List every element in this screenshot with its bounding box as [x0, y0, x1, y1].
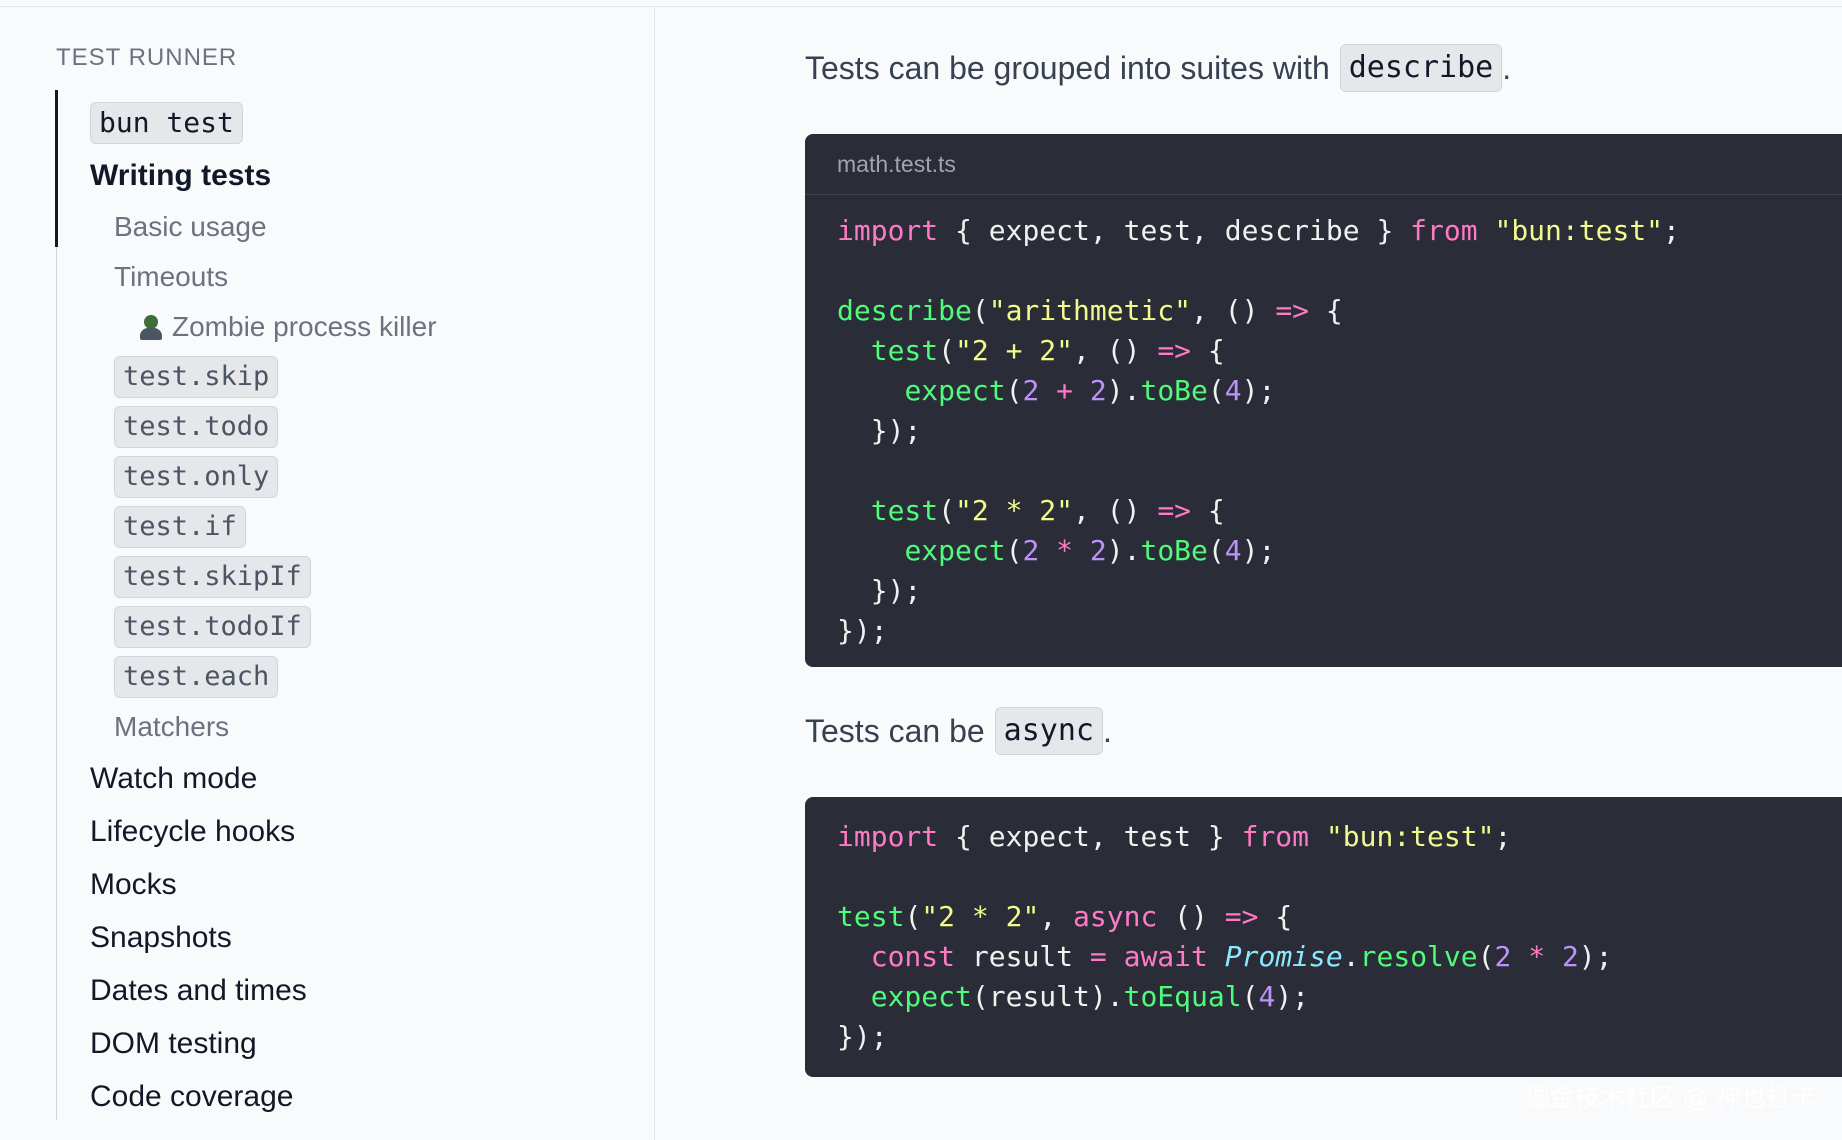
inline-code-describe: describe: [1339, 44, 1503, 92]
watermark: 掘金技术社区 @ 神也打卡: [1525, 1083, 1816, 1112]
nav-sub-test-skipif[interactable]: test.skipIf: [90, 552, 630, 602]
nav-item-writing-tests[interactable]: Writing tests: [90, 149, 630, 202]
doc-content: Tests can be grouped into suites with de…: [805, 6, 1842, 1077]
nav-item-code-coverage[interactable]: Code coverage: [90, 1070, 630, 1123]
nav-sub-timeouts[interactable]: Timeouts: [90, 252, 630, 302]
code-block-async: import { expect, test } from "bun:test";…: [805, 797, 1842, 1077]
nav-sub-test-todoif[interactable]: test.todoIf: [90, 602, 630, 652]
nav-item-dom-testing[interactable]: DOM testing: [90, 1017, 630, 1070]
nav-sub-test-if-label: test.if: [114, 506, 246, 548]
nav-sub-timeouts-label: Timeouts: [114, 261, 229, 292]
paragraph-describe-text: Tests can be grouped into suites with: [805, 49, 1330, 86]
nav-item-lifecycle-hooks[interactable]: Lifecycle hooks: [90, 805, 630, 858]
nav-item-dates-and-times[interactable]: Dates and times: [90, 964, 630, 1017]
code-block-async-content[interactable]: import { expect, test } from "bun:test";…: [805, 797, 1842, 1077]
nav-item-watch-mode[interactable]: Watch mode: [90, 752, 630, 805]
docs-sidebar: TEST RUNNER bun test Writing tests Basic…: [0, 6, 655, 1140]
nav-sub-test-todo-label: test.todo: [114, 406, 279, 448]
nav-rail-active-indicator: [55, 90, 58, 247]
nav-item-snapshots[interactable]: Snapshots: [90, 911, 630, 964]
nav-item-bun-test-label: bun test: [90, 101, 243, 144]
nav-item-mocks-label: Mocks: [90, 867, 177, 901]
nav-sub-test-only-label: test.only: [114, 456, 279, 498]
nav-item-lifecycle-hooks-label: Lifecycle hooks: [90, 814, 296, 848]
nav-sub-matchers[interactable]: Matchers: [90, 702, 630, 752]
code-block-math-test: math.test.ts import { expect, test, desc…: [805, 134, 1842, 667]
code-block-filename: math.test.ts: [805, 134, 1842, 195]
nav-item-bun-test[interactable]: bun test: [90, 96, 630, 149]
nav-item-watch-mode-label: Watch mode: [90, 761, 258, 795]
section-title: TEST RUNNER: [56, 44, 238, 71]
code-block-math-test-content[interactable]: import { expect, test, describe } from "…: [805, 195, 1842, 667]
nav-sub-test-todo[interactable]: test.todo: [90, 402, 630, 452]
nav-sub-matchers-label: Matchers: [114, 711, 230, 742]
zombie-icon: [138, 313, 166, 341]
paragraph-async-text: Tests can be: [805, 712, 985, 749]
nav-sub-test-only[interactable]: test.only: [90, 452, 630, 502]
paragraph-describe: Tests can be grouped into suites with de…: [805, 40, 1842, 96]
nav-sub-zombie-process-killer[interactable]: Zombie process killer: [90, 302, 630, 352]
nav-item-code-coverage-label: Code coverage: [90, 1079, 294, 1113]
nav-sub-test-skipif-label: test.skipIf: [114, 556, 311, 598]
nav-sub-test-skip[interactable]: test.skip: [90, 352, 630, 402]
nav-sub-zombie-label: Zombie process killer: [172, 311, 437, 342]
nav-sub-test-each-label: test.each: [114, 656, 279, 698]
nav-item-dates-and-times-label: Dates and times: [90, 973, 307, 1007]
nav-sub-basic-usage-label: Basic usage: [114, 211, 267, 242]
nav-sub-test-if[interactable]: test.if: [90, 502, 630, 552]
nav-sub-test-todoif-label: test.todoIf: [114, 606, 311, 648]
paragraph-describe-end: .: [1502, 49, 1512, 86]
paragraph-async: Tests can be async .: [805, 703, 1842, 759]
nav-item-dom-testing-label: DOM testing: [90, 1026, 257, 1060]
nav-item-mocks[interactable]: Mocks: [90, 858, 630, 911]
inline-code-async: async: [994, 707, 1103, 755]
nav-sub-test-skip-label: test.skip: [114, 356, 279, 398]
paragraph-async-end: .: [1102, 712, 1112, 749]
nav-item-writing-tests-label: Writing tests: [90, 158, 272, 192]
nav-item-snapshots-label: Snapshots: [90, 920, 232, 954]
nav-sub-basic-usage[interactable]: Basic usage: [90, 202, 630, 252]
nav-list: bun test Writing tests Basic usage Timeo…: [90, 96, 630, 1123]
nav-sub-test-each[interactable]: test.each: [90, 652, 630, 702]
